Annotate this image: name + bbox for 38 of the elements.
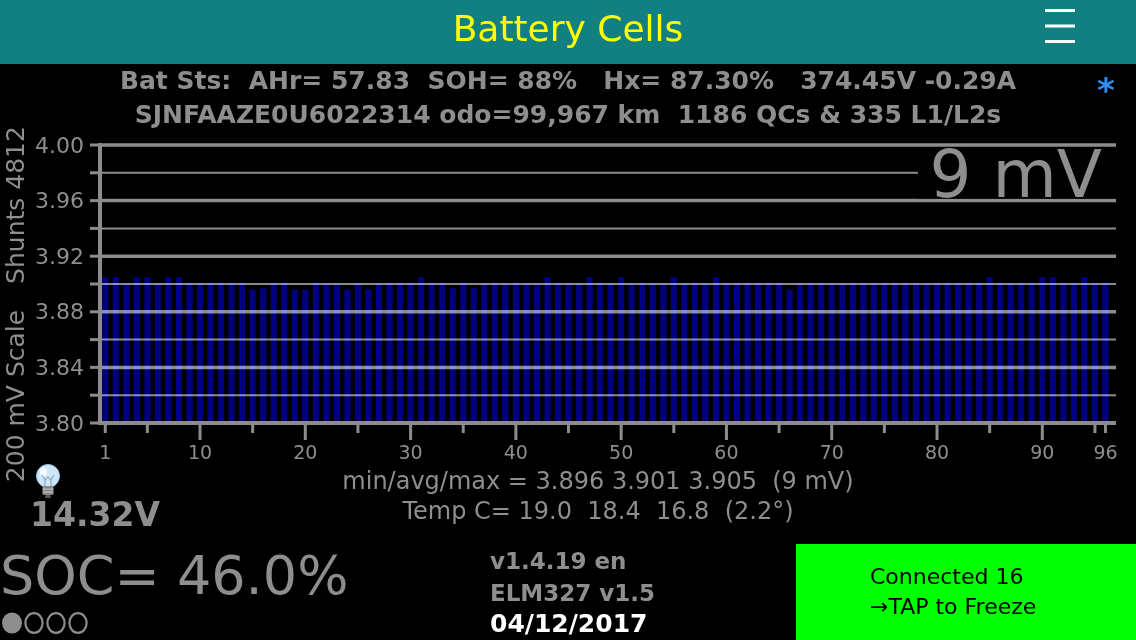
temperature-text: Temp C= 19.0 18.4 16.8 (2.2°)	[402, 496, 794, 526]
menu-icon[interactable]	[1045, 9, 1075, 43]
y-tick-label: 3.88	[35, 299, 84, 325]
x-tick-label: 80	[924, 441, 950, 463]
y-tick-label: 4.00	[35, 132, 84, 158]
version-text: v1.4.19 en	[490, 547, 627, 576]
y-tick-label: 3.96	[35, 188, 84, 214]
y-tick-label: 3.92	[35, 243, 84, 269]
x-tick-label: 70	[819, 441, 844, 463]
y-tick-label: 3.80	[35, 410, 84, 436]
x-tick-label: 90	[1030, 441, 1055, 463]
status-text: SJNFAAZE0U6022314 odo=99,967 km 1186 QCs & 335 L1/L2s	[134, 99, 1002, 131]
x-tick-label: 60	[714, 441, 739, 463]
shunt-count-text: Shunts 4812	[0, 126, 30, 284]
cell-summary-text: min/avg/max = 3.896 3.901 3.905 (9 mV)	[342, 466, 854, 496]
y-tick-label: 3.84	[35, 354, 84, 380]
version-text: ELM327 v1.5	[490, 579, 655, 608]
spread-value-text: 9 mV	[929, 136, 1102, 213]
x-tick-label: 30	[398, 441, 423, 463]
x-tick-label: 50	[609, 441, 634, 463]
status-text: Bat Sts: AHr= 57.83 SOH= 88% Hx= 87.30% 374.45V -0.29A	[119, 65, 1017, 97]
page-dot-icon[interactable]	[68, 612, 88, 634]
screen-title: Battery Cells	[452, 7, 684, 51]
y-axis-title: 200 mV Scale	[0, 309, 30, 483]
soc-text: SOC= 46.0%	[0, 544, 349, 608]
lightbulb-icon	[33, 464, 63, 498]
x-tick-label: 1	[99, 441, 112, 463]
aux-voltage-text: 14.32V	[30, 498, 160, 532]
date-text: 04/12/2017	[490, 609, 648, 639]
x-tick-label: 40	[503, 441, 528, 463]
x-tick-label: 10	[187, 441, 213, 463]
connection-button[interactable]: Connected 16 →TAP to Freeze	[796, 544, 1136, 640]
page-dot-icon[interactable]	[46, 612, 66, 634]
page-dot-icon[interactable]	[24, 612, 44, 634]
x-tick-label: 20	[293, 441, 318, 463]
x-tick-label: 96	[1093, 441, 1118, 463]
asterisk-indicator: *	[1097, 73, 1115, 107]
page-dot-icon[interactable]	[2, 612, 22, 634]
